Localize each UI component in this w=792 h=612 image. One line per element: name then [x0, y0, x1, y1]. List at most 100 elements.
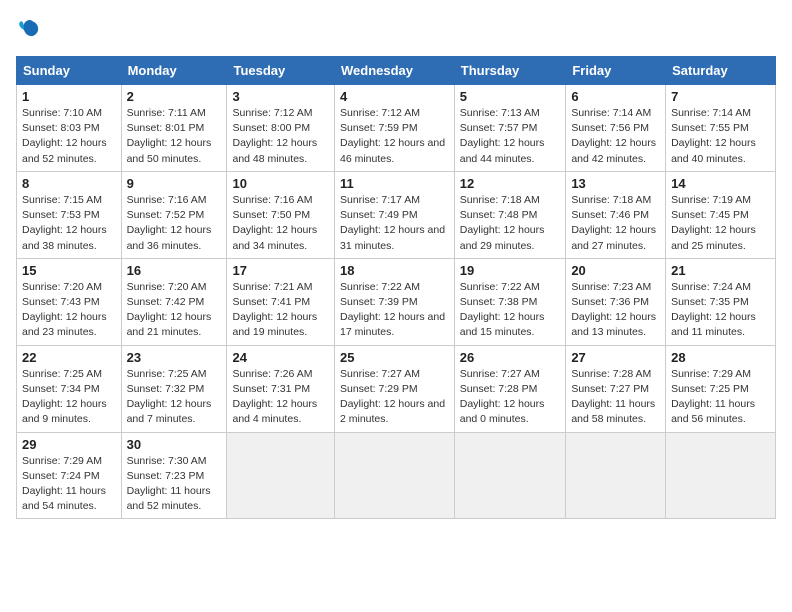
day-info: Sunrise: 7:21 AMSunset: 7:41 PMDaylight:… [232, 280, 329, 341]
day-cell: 16 Sunrise: 7:20 AMSunset: 7:42 PMDaylig… [121, 258, 227, 345]
day-cell [334, 432, 454, 519]
page-header [16, 16, 776, 44]
day-cell: 10 Sunrise: 7:16 AMSunset: 7:50 PMDaylig… [227, 171, 335, 258]
day-number: 23 [127, 350, 222, 365]
day-info: Sunrise: 7:16 AMSunset: 7:50 PMDaylight:… [232, 193, 329, 254]
day-number: 10 [232, 176, 329, 191]
week-row-1: 1 Sunrise: 7:10 AMSunset: 8:03 PMDayligh… [17, 85, 776, 172]
day-cell: 2 Sunrise: 7:11 AMSunset: 8:01 PMDayligh… [121, 85, 227, 172]
day-info: Sunrise: 7:18 AMSunset: 7:48 PMDaylight:… [460, 193, 561, 254]
day-number: 26 [460, 350, 561, 365]
calendar-table: SundayMondayTuesdayWednesdayThursdayFrid… [16, 56, 776, 519]
day-number: 24 [232, 350, 329, 365]
day-cell: 25 Sunrise: 7:27 AMSunset: 7:29 PMDaylig… [334, 345, 454, 432]
day-cell: 4 Sunrise: 7:12 AMSunset: 7:59 PMDayligh… [334, 85, 454, 172]
day-number: 6 [571, 89, 660, 104]
day-number: 9 [127, 176, 222, 191]
day-info: Sunrise: 7:26 AMSunset: 7:31 PMDaylight:… [232, 367, 329, 428]
week-row-2: 8 Sunrise: 7:15 AMSunset: 7:53 PMDayligh… [17, 171, 776, 258]
day-number: 15 [22, 263, 116, 278]
day-cell: 27 Sunrise: 7:28 AMSunset: 7:27 PMDaylig… [566, 345, 666, 432]
day-cell: 21 Sunrise: 7:24 AMSunset: 7:35 PMDaylig… [666, 258, 776, 345]
day-info: Sunrise: 7:16 AMSunset: 7:52 PMDaylight:… [127, 193, 222, 254]
day-number: 16 [127, 263, 222, 278]
day-cell: 26 Sunrise: 7:27 AMSunset: 7:28 PMDaylig… [454, 345, 566, 432]
day-info: Sunrise: 7:29 AMSunset: 7:25 PMDaylight:… [671, 367, 770, 428]
day-info: Sunrise: 7:17 AMSunset: 7:49 PMDaylight:… [340, 193, 449, 254]
day-cell: 19 Sunrise: 7:22 AMSunset: 7:38 PMDaylig… [454, 258, 566, 345]
day-cell: 28 Sunrise: 7:29 AMSunset: 7:25 PMDaylig… [666, 345, 776, 432]
day-cell: 7 Sunrise: 7:14 AMSunset: 7:55 PMDayligh… [666, 85, 776, 172]
day-number: 11 [340, 176, 449, 191]
logo [16, 16, 48, 44]
day-cell [227, 432, 335, 519]
day-number: 22 [22, 350, 116, 365]
logo-bird-icon [16, 16, 44, 44]
day-cell: 8 Sunrise: 7:15 AMSunset: 7:53 PMDayligh… [17, 171, 122, 258]
day-cell [666, 432, 776, 519]
week-row-3: 15 Sunrise: 7:20 AMSunset: 7:43 PMDaylig… [17, 258, 776, 345]
day-cell: 1 Sunrise: 7:10 AMSunset: 8:03 PMDayligh… [17, 85, 122, 172]
col-header-saturday: Saturday [666, 57, 776, 85]
day-cell: 22 Sunrise: 7:25 AMSunset: 7:34 PMDaylig… [17, 345, 122, 432]
day-number: 21 [671, 263, 770, 278]
day-info: Sunrise: 7:25 AMSunset: 7:34 PMDaylight:… [22, 367, 116, 428]
day-cell: 23 Sunrise: 7:25 AMSunset: 7:32 PMDaylig… [121, 345, 227, 432]
day-info: Sunrise: 7:12 AMSunset: 8:00 PMDaylight:… [232, 106, 329, 167]
day-number: 27 [571, 350, 660, 365]
day-info: Sunrise: 7:24 AMSunset: 7:35 PMDaylight:… [671, 280, 770, 341]
day-info: Sunrise: 7:20 AMSunset: 7:43 PMDaylight:… [22, 280, 116, 341]
day-cell: 15 Sunrise: 7:20 AMSunset: 7:43 PMDaylig… [17, 258, 122, 345]
day-number: 8 [22, 176, 116, 191]
day-cell [454, 432, 566, 519]
col-header-friday: Friday [566, 57, 666, 85]
day-number: 25 [340, 350, 449, 365]
day-number: 14 [671, 176, 770, 191]
day-info: Sunrise: 7:11 AMSunset: 8:01 PMDaylight:… [127, 106, 222, 167]
day-number: 29 [22, 437, 116, 452]
day-cell: 17 Sunrise: 7:21 AMSunset: 7:41 PMDaylig… [227, 258, 335, 345]
day-number: 18 [340, 263, 449, 278]
day-info: Sunrise: 7:22 AMSunset: 7:39 PMDaylight:… [340, 280, 449, 341]
week-row-4: 22 Sunrise: 7:25 AMSunset: 7:34 PMDaylig… [17, 345, 776, 432]
col-header-tuesday: Tuesday [227, 57, 335, 85]
col-header-wednesday: Wednesday [334, 57, 454, 85]
col-header-sunday: Sunday [17, 57, 122, 85]
week-row-5: 29 Sunrise: 7:29 AMSunset: 7:24 PMDaylig… [17, 432, 776, 519]
day-cell: 11 Sunrise: 7:17 AMSunset: 7:49 PMDaylig… [334, 171, 454, 258]
day-number: 20 [571, 263, 660, 278]
day-number: 3 [232, 89, 329, 104]
day-cell: 14 Sunrise: 7:19 AMSunset: 7:45 PMDaylig… [666, 171, 776, 258]
day-info: Sunrise: 7:27 AMSunset: 7:29 PMDaylight:… [340, 367, 449, 428]
day-number: 1 [22, 89, 116, 104]
day-info: Sunrise: 7:10 AMSunset: 8:03 PMDaylight:… [22, 106, 116, 167]
day-cell [566, 432, 666, 519]
day-number: 30 [127, 437, 222, 452]
day-info: Sunrise: 7:13 AMSunset: 7:57 PMDaylight:… [460, 106, 561, 167]
day-number: 13 [571, 176, 660, 191]
day-info: Sunrise: 7:30 AMSunset: 7:23 PMDaylight:… [127, 454, 222, 515]
header-row: SundayMondayTuesdayWednesdayThursdayFrid… [17, 57, 776, 85]
day-number: 5 [460, 89, 561, 104]
col-header-thursday: Thursday [454, 57, 566, 85]
day-cell: 5 Sunrise: 7:13 AMSunset: 7:57 PMDayligh… [454, 85, 566, 172]
day-info: Sunrise: 7:18 AMSunset: 7:46 PMDaylight:… [571, 193, 660, 254]
day-info: Sunrise: 7:15 AMSunset: 7:53 PMDaylight:… [22, 193, 116, 254]
day-cell: 20 Sunrise: 7:23 AMSunset: 7:36 PMDaylig… [566, 258, 666, 345]
day-number: 2 [127, 89, 222, 104]
day-cell: 12 Sunrise: 7:18 AMSunset: 7:48 PMDaylig… [454, 171, 566, 258]
col-header-monday: Monday [121, 57, 227, 85]
day-cell: 24 Sunrise: 7:26 AMSunset: 7:31 PMDaylig… [227, 345, 335, 432]
day-cell: 3 Sunrise: 7:12 AMSunset: 8:00 PMDayligh… [227, 85, 335, 172]
day-cell: 9 Sunrise: 7:16 AMSunset: 7:52 PMDayligh… [121, 171, 227, 258]
day-info: Sunrise: 7:19 AMSunset: 7:45 PMDaylight:… [671, 193, 770, 254]
day-number: 7 [671, 89, 770, 104]
day-info: Sunrise: 7:14 AMSunset: 7:56 PMDaylight:… [571, 106, 660, 167]
day-info: Sunrise: 7:25 AMSunset: 7:32 PMDaylight:… [127, 367, 222, 428]
day-number: 17 [232, 263, 329, 278]
day-info: Sunrise: 7:20 AMSunset: 7:42 PMDaylight:… [127, 280, 222, 341]
day-cell: 6 Sunrise: 7:14 AMSunset: 7:56 PMDayligh… [566, 85, 666, 172]
day-number: 4 [340, 89, 449, 104]
day-cell: 18 Sunrise: 7:22 AMSunset: 7:39 PMDaylig… [334, 258, 454, 345]
day-cell: 29 Sunrise: 7:29 AMSunset: 7:24 PMDaylig… [17, 432, 122, 519]
